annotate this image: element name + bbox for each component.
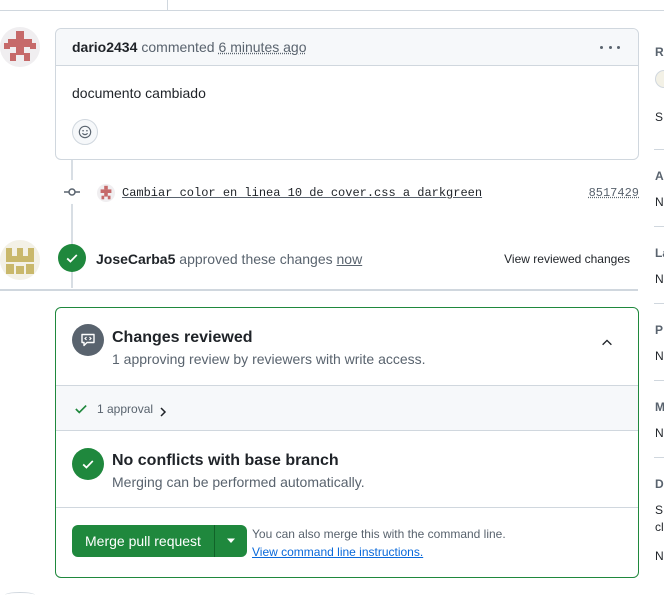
sidebar-heading-fragment[interactable]: M <box>655 400 664 414</box>
chevron-right-icon <box>159 404 167 420</box>
merge-box: Changes reviewed 1 approving review by r… <box>55 307 639 578</box>
sidebar-heading-fragment[interactable]: P <box>655 323 663 337</box>
approval-verb: approved these changes <box>179 251 333 267</box>
changes-reviewed-title: Changes reviewed <box>112 329 253 346</box>
add-reaction-button[interactable] <box>72 119 98 145</box>
view-reviewed-changes-link[interactable]: View reviewed changes <box>504 252 630 266</box>
changes-reviewed-subtitle: 1 approving review by reviewers with wri… <box>112 351 426 367</box>
tab-separator <box>167 0 168 10</box>
approvals-summary-row[interactable]: 1 approval <box>56 386 638 430</box>
no-conflicts-title: No conflicts with base branch <box>112 452 339 469</box>
merge-divider <box>56 430 638 431</box>
sidebar-heading-fragment[interactable]: A <box>655 169 664 183</box>
sidebar-divider <box>654 226 664 227</box>
commenter-avatar[interactable] <box>0 27 40 67</box>
triangle-down-icon <box>226 538 235 543</box>
smiley-icon <box>78 125 92 139</box>
no-conflicts-check-icon <box>72 448 104 480</box>
command-line-note: You can also merge this with the command… <box>252 527 506 541</box>
check-icon <box>74 402 88 418</box>
approved-check-icon <box>58 244 86 272</box>
sidebar-text-fragment: N <box>655 549 664 563</box>
sidebar-text-fragment: N <box>655 426 664 440</box>
no-conflicts-subtitle: Merging can be performed automatically. <box>112 474 365 490</box>
timeline-divider <box>0 289 638 291</box>
merge-options-dropdown[interactable] <box>214 525 247 557</box>
sidebar-heading-fragment[interactable]: D <box>655 477 664 491</box>
comment-box: dario2434 commented 6 minutes ago docume… <box>55 28 639 160</box>
merge-pull-request-button[interactable]: Merge pull request <box>72 525 215 557</box>
command-line-instructions-link[interactable]: View command line instructions. <box>252 545 423 559</box>
comment-verb: commented <box>141 39 215 55</box>
reviewer-avatar[interactable] <box>0 240 40 280</box>
sidebar-text-fragment: S <box>655 503 664 517</box>
more-options-icon[interactable] <box>600 39 620 55</box>
sidebar-divider <box>654 149 664 150</box>
commit-sha-link[interactable]: 8517429 <box>589 186 639 200</box>
sidebar-text-fragment: N <box>655 349 664 363</box>
approval-event: JoseCarba5 approved these changes now <box>96 251 362 267</box>
sidebar-divider <box>654 303 664 304</box>
sidebar-text-fragment: N <box>655 272 664 286</box>
merge-divider <box>56 507 638 508</box>
comment-header: dario2434 commented 6 minutes ago <box>56 29 638 66</box>
sidebar-heading-fragment[interactable]: R <box>655 45 664 59</box>
reviewer-name[interactable]: JoseCarba5 <box>96 251 175 267</box>
commit-author-avatar[interactable] <box>97 184 115 202</box>
comment-author[interactable]: dario2434 <box>72 39 137 55</box>
commit-message-link[interactable]: Cambiar color en linea 10 de cover.css a… <box>122 186 482 200</box>
sidebar-avatar[interactable] <box>655 70 664 88</box>
sidebar-divider <box>654 457 664 458</box>
comment-body: documento cambiado <box>72 85 206 101</box>
sidebar-text-fragment: cl <box>655 520 664 534</box>
comment-timestamp[interactable]: 6 minutes ago <box>219 39 307 55</box>
review-icon <box>72 324 104 356</box>
chevron-up-icon[interactable] <box>600 336 614 353</box>
tab-bar-border <box>0 10 664 11</box>
approval-time[interactable]: now <box>337 251 363 267</box>
approvals-count: 1 approval <box>97 402 154 416</box>
sidebar-text-fragment: N <box>655 195 664 209</box>
sidebar-heading-fragment[interactable]: La <box>655 246 664 260</box>
commit-icon <box>60 180 84 204</box>
sidebar-text-fragment: S <box>655 110 664 124</box>
merge-button-group: Merge pull request <box>72 525 247 557</box>
next-avatar-edge <box>5 592 35 598</box>
sidebar-divider <box>654 380 664 381</box>
